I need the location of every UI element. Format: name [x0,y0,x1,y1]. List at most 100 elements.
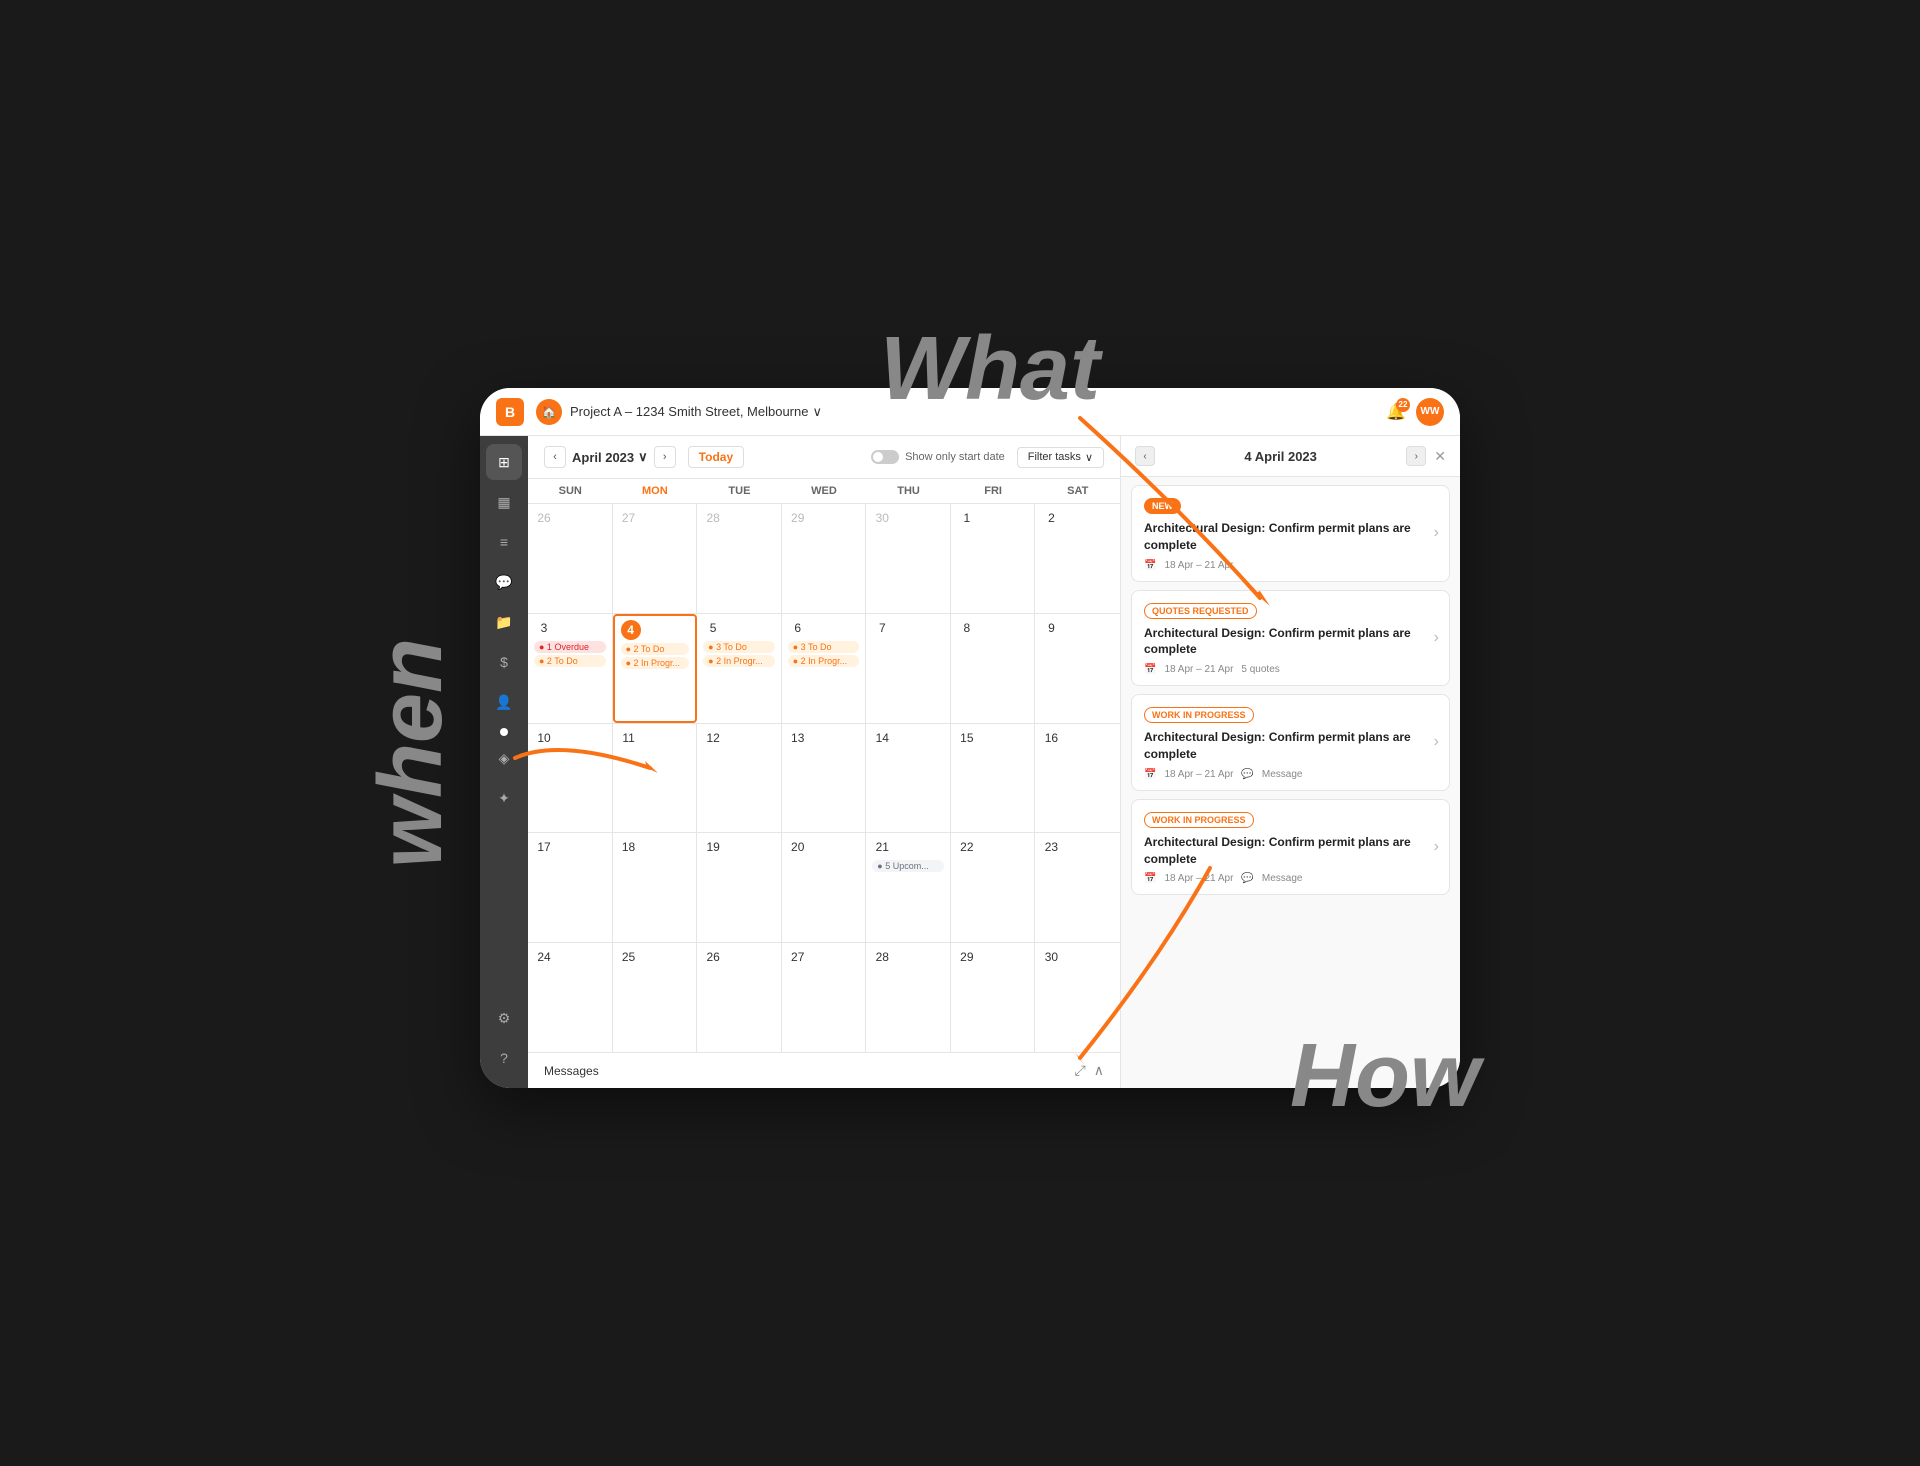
right-panel-prev-button[interactable]: ‹ [1135,446,1155,466]
sidebar-item-folder[interactable]: 📁 [486,604,522,640]
task-message: Message [1262,873,1303,884]
cal-cell[interactable]: 7 [866,614,951,723]
cal-cell-6[interactable]: 6 ● 3 To Do ● 2 In Progr... [782,614,867,723]
cal-cell[interactable]: 22 [951,833,1036,942]
cal-cell[interactable]: 29 [951,943,1036,1052]
cal-cell[interactable]: 1 [951,504,1036,613]
date-number: 28 [872,947,892,967]
collapse-messages-button[interactable]: ∧ [1094,1062,1104,1079]
right-panel-close-button[interactable]: ✕ [1434,448,1446,465]
messages-label: Messages [544,1064,599,1078]
cal-cell[interactable]: 27 [782,943,867,1052]
tablet: B 🏠 Project A – 1234 Smith Street, Melbo… [480,388,1460,1088]
next-month-button[interactable]: › [654,446,676,468]
task-badge-quotes: QUOTES REQUESTED [1144,603,1257,619]
notification-bell[interactable]: 🔔 22 [1386,402,1406,422]
cal-cell[interactable]: 23 [1035,833,1120,942]
prev-month-button[interactable]: ‹ [544,446,566,468]
cal-cell[interactable]: 17 [528,833,613,942]
right-panel-next-button[interactable]: › [1406,446,1426,466]
date-number: 20 [788,837,808,857]
cal-cell[interactable]: 12 [697,724,782,833]
task-title: Architectural Design: Confirm permit pla… [1144,834,1437,868]
task-item-1[interactable]: NEW Architectural Design: Confirm permit… [1131,485,1450,582]
today-button[interactable]: Today [688,446,744,468]
task-message: Message [1262,769,1303,780]
cal-cell-3[interactable]: 3 ● 1 Overdue ● 2 To Do [528,614,613,723]
task-item-2[interactable]: QUOTES REQUESTED Architectural Design: C… [1131,590,1450,687]
date-number: 17 [534,837,554,857]
date-number: 8 [957,618,977,638]
cal-cell[interactable]: 20 [782,833,867,942]
cal-cell[interactable]: 2 [1035,504,1120,613]
cal-cell[interactable]: 10 [528,724,613,833]
date-number: 27 [788,947,808,967]
task-pill: ● 2 To Do [534,655,606,667]
annotation-when: when [360,638,463,868]
home-icon[interactable]: 🏠 [536,399,562,425]
cal-cell[interactable]: 19 [697,833,782,942]
cal-cell[interactable]: 13 [782,724,867,833]
sidebar-item-calendar[interactable]: ▦ [486,484,522,520]
task-item-3[interactable]: WORK IN PROGRESS Architectural Design: C… [1131,694,1450,791]
show-start-date-toggle: Show only start date [871,450,1005,464]
sidebar: ⊞ ▦ ≡ 💬 📁 $ 👤 ◈ ✦ ⚙ ? [480,436,528,1088]
date-number: 6 [788,618,808,638]
cal-cell[interactable]: 29 [782,504,867,613]
expand-messages-button[interactable]: ⤢ [1075,1062,1086,1079]
sidebar-item-people[interactable]: 👤 [486,684,522,720]
cal-cell[interactable]: 25 [613,943,698,1052]
cal-cell[interactable]: 28 [866,943,951,1052]
day-headers: SUN MON TUE WED THU FRI SAT [528,479,1120,504]
task-quotes-count: 5 quotes [1241,664,1279,675]
sidebar-item-finance[interactable]: $ [486,644,522,680]
cal-cell[interactable]: 30 [1035,943,1120,1052]
sidebar-item-star[interactable]: ✦ [486,780,522,816]
cal-cell[interactable]: 16 [1035,724,1120,833]
task-meta: 📅 18 Apr – 21 Apr 5 quotes [1144,664,1437,675]
sidebar-item-settings[interactable]: ⚙ [486,1000,522,1036]
sidebar-item-messages[interactable]: 💬 [486,564,522,600]
app-logo: B [496,398,524,426]
sidebar-item-layers[interactable]: ◈ [486,740,522,776]
sidebar-item-grid[interactable]: ⊞ [486,444,522,480]
date-number: 25 [619,947,639,967]
cal-cell[interactable]: 27 [613,504,698,613]
cal-cell[interactable]: 30 [866,504,951,613]
calendar-header: ‹ April 2023 ∨ › Today Show only start d… [528,436,1120,479]
task-badge-new: NEW [1144,498,1181,514]
task-item-4[interactable]: WORK IN PROGRESS Architectural Design: C… [1131,799,1450,896]
date-number: 27 [619,508,639,528]
sidebar-item-help[interactable]: ? [486,1040,522,1076]
calendar-nav: ‹ April 2023 ∨ › [544,446,676,468]
cal-cell[interactable]: 15 [951,724,1036,833]
date-number: 29 [788,508,808,528]
cal-cell-4[interactable]: 4 ● 2 To Do ● 2 In Progr... [613,614,698,723]
date-number: 24 [534,947,554,967]
task-title: Architectural Design: Confirm permit pla… [1144,729,1437,763]
user-avatar[interactable]: WW [1416,398,1444,426]
project-name[interactable]: Project A – 1234 Smith Street, Melbourne… [570,404,822,420]
filter-tasks-button[interactable]: Filter tasks ∨ [1017,447,1104,468]
calendar-row: 3 ● 1 Overdue ● 2 To Do 4 ● 2 To Do ● 2 … [528,614,1120,724]
date-number: 10 [534,728,554,748]
day-header-thu: THU [866,479,951,503]
cal-cell-5[interactable]: 5 ● 3 To Do ● 2 In Progr... [697,614,782,723]
cal-cell[interactable]: 28 [697,504,782,613]
cal-cell[interactable]: 9 [1035,614,1120,723]
task-pill: ● 2 In Progr... [703,655,775,667]
cal-cell[interactable]: 8 [951,614,1036,723]
cal-cell[interactable]: 18 [613,833,698,942]
cal-cell[interactable]: 14 [866,724,951,833]
task-title: Architectural Design: Confirm permit pla… [1144,625,1437,659]
date-number: 30 [1041,947,1061,967]
task-meta: 📅 18 Apr – 21 Apr 💬 Message [1144,873,1437,884]
cal-cell-21[interactable]: 21 ● 5 Upcom... [866,833,951,942]
cal-cell[interactable]: 26 [528,504,613,613]
cal-cell[interactable]: 26 [697,943,782,1052]
message-icon: 💬 [1241,873,1253,884]
cal-cell[interactable]: 24 [528,943,613,1052]
toggle-switch[interactable] [871,450,899,464]
cal-cell[interactable]: 11 [613,724,698,833]
sidebar-item-list[interactable]: ≡ [486,524,522,560]
